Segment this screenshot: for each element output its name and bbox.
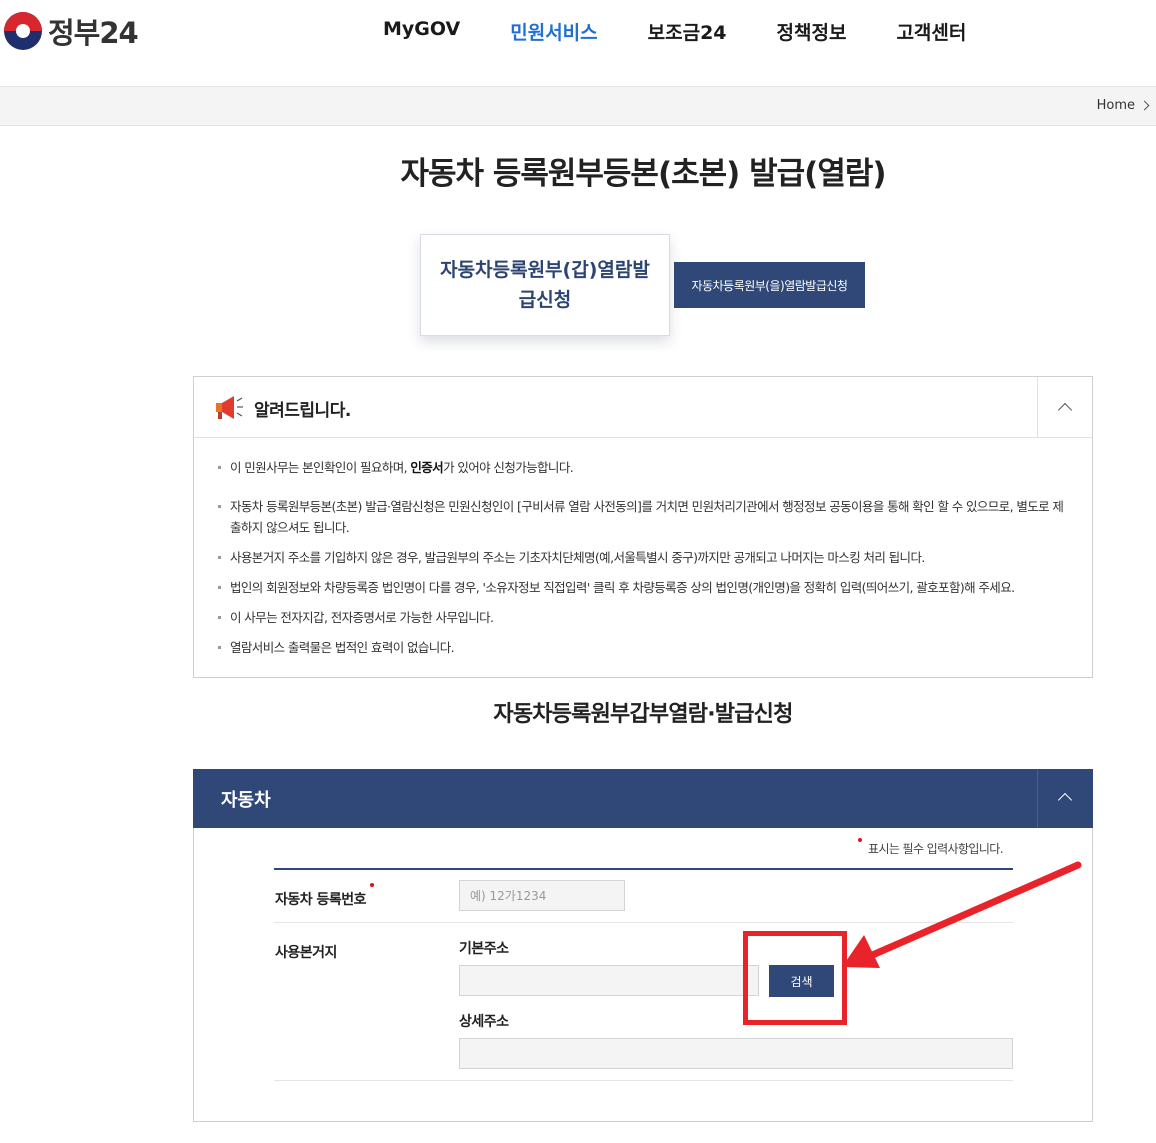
chevron-right-icon <box>1139 100 1150 111</box>
form-divider <box>274 868 1013 870</box>
main-nav: MyGOV 민원서비스 보조금24 정책정보 고객센터 <box>383 18 1016 45</box>
section-subtitle: 자동차등록원부갑부열람·발급신청 <box>493 702 793 727</box>
notice-item: 이 사무는 전자지갑, 전자증명서로 가능한 사무입니다. <box>218 607 1068 628</box>
basic-address-label: 기본주소 <box>459 941 509 957</box>
breadcrumb-home-link[interactable]: Home <box>1096 98 1150 113</box>
nav-item-customer-center[interactable]: 고객센터 <box>896 18 966 45</box>
detail-address-input[interactable] <box>459 1038 1013 1069</box>
notice-panel: 알려드립니다. 이 민원사무는 본인확인이 필요하며, 인증서가 있어야 신청가… <box>193 376 1093 678</box>
breadcrumb-home-label: Home <box>1096 98 1135 113</box>
notice-item: 이 민원사무는 본인확인이 필요하며, 인증서가 있어야 신청가능합니다. <box>218 457 1068 478</box>
required-note: 표시는 필수 입력사항입니다. <box>858 838 1004 857</box>
tab-register-eul[interactable]: 자동차등록원부(을)열람발급신청 <box>674 262 865 308</box>
notice-item: 법인의 회원정보와 차량등록증 법인명이 다를 경우, '소유자정보 직접입력'… <box>218 577 1068 598</box>
nav-item-civil-service[interactable]: 민원서비스 <box>510 18 597 45</box>
page-title: 자동차 등록원부등본(초본) 발급(열람) <box>400 156 886 192</box>
row-divider <box>274 1080 1013 1081</box>
base-location-label: 사용본거지 <box>275 945 337 961</box>
tab-register-gap-label: 자동차등록원부(갑)열람발급신청 <box>440 259 650 311</box>
basic-address-input[interactable] <box>459 965 759 996</box>
reg-number-label: 자동차 등록번호 <box>275 883 375 909</box>
nav-item-policy-info[interactable]: 정책정보 <box>777 18 847 45</box>
detail-address-label: 상세주소 <box>459 1014 509 1030</box>
logo-text: 정부24 <box>48 16 139 50</box>
vehicle-section-title: 자동차 <box>221 790 271 811</box>
reg-number-input[interactable] <box>459 880 625 911</box>
nav-item-subsidy24[interactable]: 보조금24 <box>648 18 727 45</box>
notice-collapse-button[interactable] <box>1037 377 1092 438</box>
notice-item: 열람서비스 출력물은 법적인 효력이 없습니다. <box>218 637 1068 658</box>
site-logo[interactable]: 정부24 <box>4 10 139 52</box>
vehicle-form: 표시는 필수 입력사항입니다. 자동차 등록번호 사용본거지 기본주소 검색 상… <box>193 828 1093 1122</box>
row-divider <box>274 922 1013 923</box>
notice-header: 알려드립니다. <box>194 377 1092 438</box>
megaphone-icon <box>216 396 243 419</box>
breadcrumb: Home <box>0 86 1156 126</box>
tab-register-gap[interactable]: 자동차등록원부(갑)열람발급신청 <box>420 234 670 336</box>
notice-list: 이 민원사무는 본인확인이 필요하며, 인증서가 있어야 신청가능합니다. 자동… <box>218 457 1068 658</box>
nav-item-mygov[interactable]: MyGOV <box>383 18 460 45</box>
tab-register-eul-label: 자동차등록원부(을)열람발급신청 <box>691 278 848 293</box>
notice-item: 사용본거지 주소를 기입하지 않은 경우, 발급원부의 주소는 기초자치단체명(… <box>218 547 1068 568</box>
vehicle-section-header: 자동차 <box>193 769 1093 828</box>
address-search-button[interactable]: 검색 <box>769 965 834 997</box>
required-dot-icon <box>370 883 375 887</box>
notice-item: 자동차 등록원부등본(초본) 발급·열람신청은 민원신청인이 [구비서류 열람 … <box>218 496 1068 538</box>
site-header: 정부24 MyGOV 민원서비스 보조금24 정책정보 고객센터 <box>0 0 1156 86</box>
required-dot-icon <box>858 838 862 842</box>
taegeuk-emblem-icon <box>4 12 42 50</box>
chevron-up-icon <box>1057 402 1073 418</box>
vehicle-collapse-button[interactable] <box>1037 769 1093 828</box>
notice-title: 알려드립니다. <box>254 401 351 421</box>
chevron-up-icon <box>1057 792 1073 808</box>
